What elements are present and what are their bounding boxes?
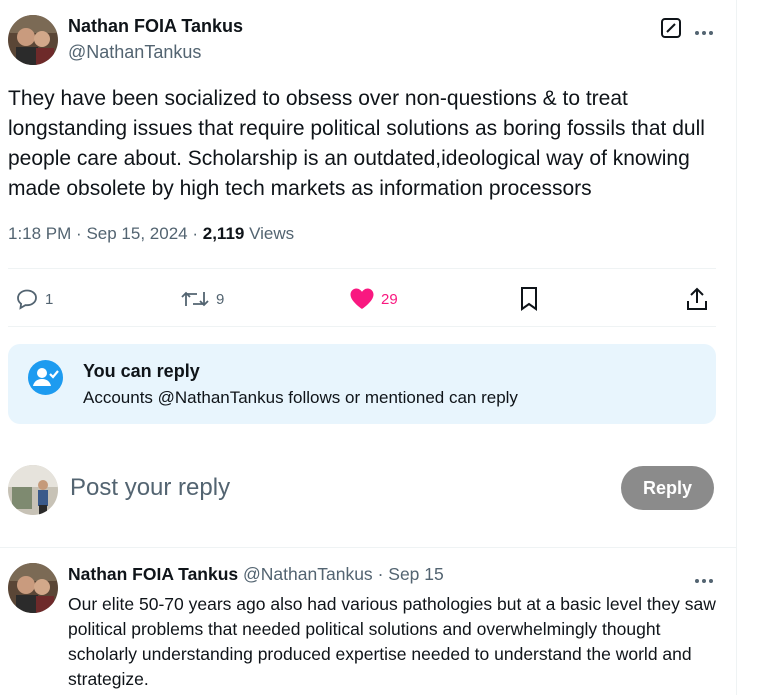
share-icon bbox=[687, 287, 707, 310]
reply-separator: · bbox=[377, 564, 384, 584]
heart-icon bbox=[350, 288, 374, 309]
views-count: 2,119 bbox=[202, 224, 245, 243]
tweet-text: They have been socialized to obsess over… bbox=[8, 87, 705, 200]
reply-restriction-notice: You can reply Accounts @NathanTankus fol… bbox=[8, 344, 716, 424]
reply-more-icon[interactable] bbox=[694, 572, 714, 590]
divider bbox=[0, 547, 736, 548]
retweet-button[interactable]: 9 bbox=[180, 284, 224, 314]
reply-author-avatar[interactable] bbox=[8, 563, 58, 613]
meta-separator: · bbox=[76, 224, 82, 243]
person-check-icon bbox=[28, 360, 63, 395]
reply-input[interactable]: Post your reply bbox=[70, 474, 230, 502]
tweet-time[interactable]: 1:18 PM bbox=[8, 224, 71, 243]
share-button[interactable] bbox=[685, 284, 709, 314]
reply-icon bbox=[17, 289, 37, 310]
meta-separator: · bbox=[192, 224, 199, 243]
views-label: Views bbox=[249, 224, 295, 243]
reply-author-handle[interactable]: @NathanTankus bbox=[243, 564, 373, 584]
reply-submit-button[interactable]: Reply bbox=[621, 466, 714, 510]
reply-text: Our elite 50-70 years ago also had vario… bbox=[68, 594, 716, 689]
tweet-date[interactable]: Sep 15, 2024 bbox=[86, 224, 187, 243]
user-avatar[interactable] bbox=[8, 465, 58, 515]
tweet-meta: 1:18 PM · Sep 15, 2024 · 2,119 Views bbox=[8, 224, 294, 244]
author-name[interactable]: Nathan FOIA Tankus bbox=[68, 16, 243, 37]
bookmark-button[interactable] bbox=[517, 284, 541, 314]
author-handle[interactable]: @NathanTankus bbox=[68, 42, 201, 63]
reply-count: 1 bbox=[45, 290, 54, 308]
retweet-icon bbox=[181, 291, 209, 307]
reply-header: Nathan FOIA Tankus @NathanTankus · Sep 1… bbox=[68, 564, 444, 585]
notice-subtitle: Accounts @NathanTankus follows or mentio… bbox=[83, 388, 518, 407]
reply-date[interactable]: Sep 15 bbox=[388, 564, 443, 584]
bookmark-icon bbox=[521, 287, 537, 311]
more-icon[interactable] bbox=[694, 24, 714, 42]
reply-button[interactable]: 1 bbox=[15, 284, 53, 314]
divider bbox=[8, 268, 716, 269]
notice-title: You can reply bbox=[83, 361, 200, 381]
like-button[interactable]: 29 bbox=[349, 284, 398, 314]
retweet-count: 9 bbox=[216, 290, 225, 308]
reply-author-name[interactable]: Nathan FOIA Tankus bbox=[68, 564, 238, 584]
divider bbox=[8, 326, 716, 327]
grok-icon[interactable] bbox=[660, 17, 682, 44]
main-column: Nathan FOIA Tankus @NathanTankus They ha… bbox=[0, 0, 737, 695]
like-count: 29 bbox=[381, 290, 398, 308]
author-avatar[interactable] bbox=[8, 15, 58, 65]
